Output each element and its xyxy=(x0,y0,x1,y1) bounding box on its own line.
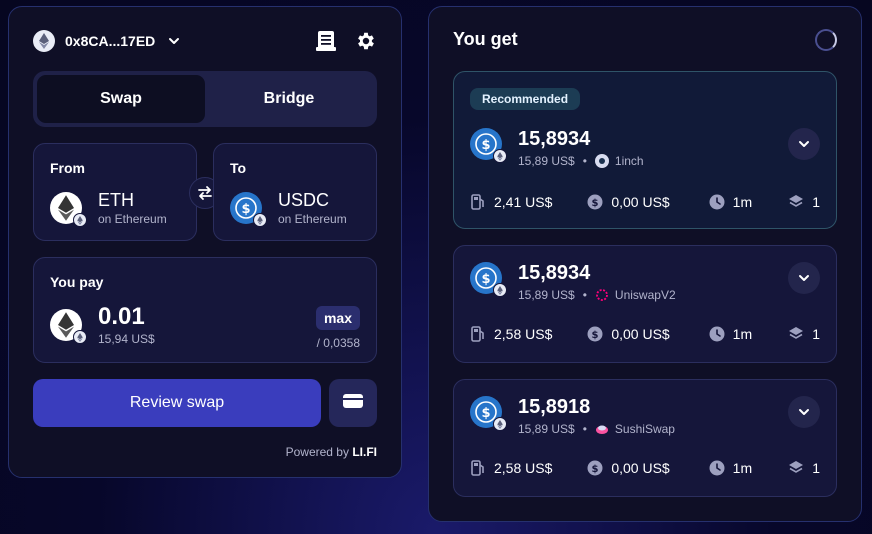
gas-pump-icon xyxy=(470,326,486,342)
ethereum-icon xyxy=(33,30,55,52)
route-time: 1m xyxy=(732,460,753,476)
max-button[interactable]: max xyxy=(315,306,360,330)
powered-prefix: Powered by xyxy=(285,445,349,459)
tab-bridge[interactable]: Bridge xyxy=(205,75,373,123)
route-usd: 15,89 US$ xyxy=(518,422,575,436)
route-amount: 15,8918 xyxy=(518,396,591,418)
route-gas: 2,41 US$ xyxy=(494,194,553,210)
ethereum-icon xyxy=(73,330,87,344)
powered-brand: LI.FI xyxy=(352,445,377,459)
svg-text:$: $ xyxy=(592,198,599,209)
route-provider: 1inch xyxy=(614,154,644,168)
route-gas: 2,58 US$ xyxy=(494,460,553,476)
route-usd: 15,89 US$ xyxy=(518,154,575,168)
from-token-card[interactable]: From ETH on Ethereum xyxy=(33,143,197,241)
chevron-down-icon[interactable] xyxy=(788,396,820,428)
route-time: 1m xyxy=(732,194,753,210)
swap-bridge-tabs: Swap Bridge xyxy=(33,71,377,127)
usdc-icon: $ xyxy=(470,262,507,297)
usdc-icon: $ xyxy=(230,192,267,227)
dollar-coin-icon: $ xyxy=(587,194,603,210)
route-steps: 1 xyxy=(812,194,820,210)
svg-text:$: $ xyxy=(481,138,490,153)
svg-text:$: $ xyxy=(241,202,250,217)
gear-icon[interactable] xyxy=(355,30,377,52)
svg-text:$: $ xyxy=(481,272,490,287)
clock-icon xyxy=(709,460,725,476)
tab-swap[interactable]: Swap xyxy=(37,75,205,123)
svg-text:$: $ xyxy=(592,330,599,341)
recommended-badge: Recommended xyxy=(470,88,581,110)
route-fees: 0,00 US$ xyxy=(611,326,670,342)
dollar-coin-icon: $ xyxy=(587,326,603,342)
ethereum-icon xyxy=(73,213,87,227)
route-card-recommended[interactable]: Recommended $ 15,8934 15,89 US$ • 1inch … xyxy=(453,71,837,229)
oneinch-icon xyxy=(594,154,609,168)
wallet-button[interactable] xyxy=(329,379,377,427)
route-steps: 1 xyxy=(812,460,820,476)
from-label: From xyxy=(50,160,85,176)
from-token-chain: on Ethereum xyxy=(98,212,167,226)
svg-text:$: $ xyxy=(592,464,599,475)
usdc-icon: $ xyxy=(470,128,507,163)
from-token-symbol: ETH xyxy=(98,190,134,210)
to-token-card[interactable]: To $ USDC on Ethereum xyxy=(213,143,377,241)
token-balance: / 0,0358 xyxy=(316,336,360,350)
layers-icon xyxy=(788,194,804,210)
clock-icon xyxy=(709,194,725,210)
pay-card: You pay 0.01 15,94 US$ max / 0,0358 xyxy=(33,257,377,363)
to-label: To xyxy=(230,160,247,176)
wallet-selector[interactable]: 0x8CA...17ED xyxy=(33,30,181,52)
eth-token-icon xyxy=(50,192,87,227)
route-fees: 0,00 US$ xyxy=(611,460,670,476)
route-fees: 0,00 US$ xyxy=(611,194,670,210)
sushiswap-icon xyxy=(595,422,609,436)
route-usd: 15,89 US$ xyxy=(518,288,575,302)
layers-icon xyxy=(788,326,804,342)
receipt-icon[interactable] xyxy=(315,30,337,52)
route-amount: 15,8934 xyxy=(518,128,591,150)
swap-widget-panel: 0x8CA...17ED Swap Bridge From ETH on Eth… xyxy=(8,6,402,478)
gas-pump-icon xyxy=(470,194,486,210)
clock-icon xyxy=(709,326,725,342)
pay-amount-input[interactable]: 0.01 xyxy=(98,304,155,330)
to-token-chain: on Ethereum xyxy=(278,212,347,226)
route-gas: 2,58 US$ xyxy=(494,326,553,342)
usdc-icon: $ xyxy=(470,396,507,431)
route-amount: 15,8934 xyxy=(518,262,591,284)
routes-title: You get xyxy=(453,29,518,49)
wallet-icon xyxy=(342,392,364,415)
to-token-symbol: USDC xyxy=(278,190,330,210)
pay-usd-value: 15,94 US$ xyxy=(98,332,155,346)
route-card[interactable]: $ 15,8934 15,89 US$ • UniswapV2 2,58 US$… xyxy=(453,245,837,363)
ethereum-icon xyxy=(493,149,507,163)
wallet-address: 0x8CA...17ED xyxy=(65,33,156,49)
review-swap-button[interactable]: Review swap xyxy=(33,379,321,427)
route-steps: 1 xyxy=(812,326,820,342)
ethereum-icon xyxy=(253,213,267,227)
eth-token-icon xyxy=(50,309,87,344)
dollar-coin-icon: $ xyxy=(587,460,603,476)
route-provider: SushiSwap xyxy=(614,422,675,436)
layers-icon xyxy=(788,460,804,476)
chevron-down-icon[interactable] xyxy=(788,262,820,294)
chevron-down-icon[interactable] xyxy=(788,128,820,160)
svg-text:$: $ xyxy=(481,406,490,421)
route-time: 1m xyxy=(732,326,753,342)
route-card[interactable]: $ 15,8918 15,89 US$ • SushiSwap 2,58 US$… xyxy=(453,379,837,497)
routes-panel: You get Recommended $ 15,8934 15,89 US$ … xyxy=(428,6,862,522)
widget-header: 0x8CA...17ED xyxy=(33,29,377,53)
spinner-icon xyxy=(815,29,837,51)
powered-by[interactable]: Powered by LI.FI xyxy=(286,445,377,459)
uniswap-icon xyxy=(595,288,609,302)
pay-label: You pay xyxy=(50,274,104,290)
ethereum-icon xyxy=(493,417,507,431)
ethereum-icon xyxy=(493,283,507,297)
gas-pump-icon xyxy=(470,460,486,476)
route-provider: UniswapV2 xyxy=(614,288,676,302)
chevron-down-icon xyxy=(167,34,181,48)
